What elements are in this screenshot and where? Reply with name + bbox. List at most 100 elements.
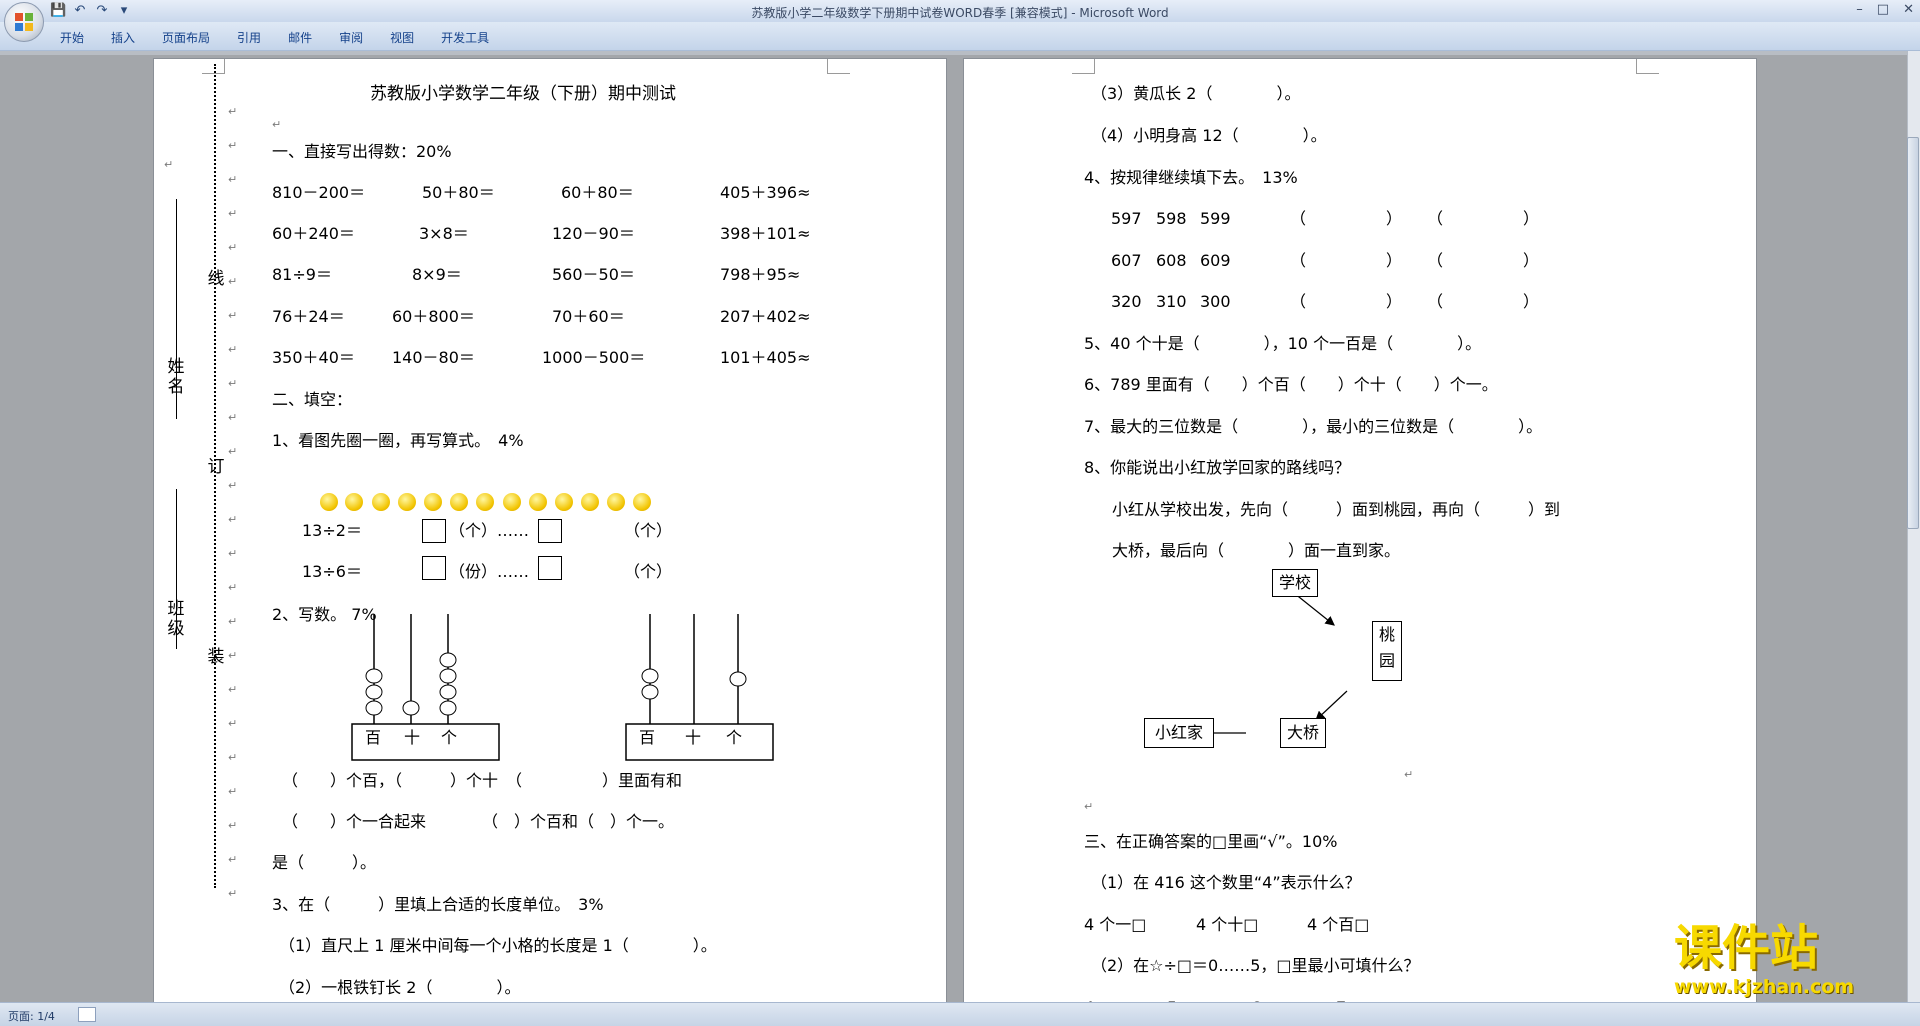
map-node-home: 小红家 — [1144, 718, 1214, 748]
minimize-button[interactable]: – — [1856, 2, 1863, 17]
office-logo-icon — [15, 13, 33, 31]
calc-item: 1000－500＝ — [542, 348, 646, 367]
question-7: 7、最大的三位数是（ ），最小的三位数是（ ）。 — [1084, 417, 1543, 436]
fill-line-3: 是（ ）。 — [272, 853, 377, 872]
smiley-face-icon — [345, 493, 363, 511]
calc-item: 350＋40＝ — [272, 348, 355, 367]
document-page-2[interactable]: （3）黄瓜长 2（ ）。 （4）小明身高 12（ ）。 4、按规律继续填下去。 … — [963, 58, 1757, 1004]
answer-box[interactable] — [422, 556, 446, 580]
calc-item: 81÷9＝ — [272, 265, 332, 284]
abacus-label-bai: 百 — [639, 728, 656, 747]
binding-xian-label: 线 — [207, 269, 225, 289]
watermark-logo: 课件站 www.kjzhan.com — [1670, 922, 1910, 1002]
smiley-face-icon — [633, 493, 651, 511]
proofing-icon[interactable] — [78, 1007, 96, 1022]
office-button[interactable] — [4, 2, 44, 42]
unit-fen: （份）…… — [449, 562, 530, 581]
paragraph-mark-column: ↵ ↵ ↵ ↵ ↵ ↵ ↵ ↵ ↵ ↵ ↵ ↵ ↵ ↵ ↵ ↵ ↵ ↵ ↵ ↵ ↵ ↵ ↵ ↵ — [228, 105, 238, 900]
tab-page-layout[interactable]: 页面布局 — [162, 29, 210, 46]
name-label: 姓名 — [167, 357, 185, 397]
redo-icon[interactable]: ↷ — [94, 3, 110, 19]
s3-option[interactable]: 4 个一□ — [1084, 916, 1146, 934]
question-3-3: （3）黄瓜长 2（ ）。 — [1091, 84, 1301, 103]
calc-item: 405＋396≈ — [720, 183, 811, 202]
map-node-orchard-char: 桃 — [1378, 625, 1395, 644]
vertical-scrollbar[interactable] — [1907, 51, 1920, 1002]
seq-num: 608 — [1156, 251, 1187, 270]
map-node-orchard: 桃 园 — [1372, 621, 1402, 681]
answer-box[interactable] — [538, 556, 562, 580]
paragraph-mark: ↵ — [164, 158, 174, 171]
unit-ge: （个）…… — [449, 521, 530, 540]
question-8: 8、你能说出小红放学回家的路线吗？ — [1084, 458, 1351, 477]
tab-insert[interactable]: 插入 — [111, 29, 135, 46]
ribbon: 开始 插入 页面布局 引用 邮件 审阅 视图 开发工具 — [0, 22, 1920, 51]
document-page-1[interactable]: 线 订 装 姓名 班级 ↵ ↵ ↵ ↵ ↵ ↵ ↵ ↵ ↵ ↵ ↵ ↵ ↵ ↵ ↵ ↵ ↵ ↵ ↵ ↵ ↵ ↵ ↵ ↵ ↵ 苏… — [153, 58, 947, 1004]
undo-icon[interactable]: ↶ — [72, 3, 88, 19]
s3-option[interactable]: 4 个十□ — [1196, 916, 1258, 934]
seq-num: 598 — [1156, 209, 1187, 228]
tab-home[interactable]: 开始 — [60, 29, 84, 46]
abacus-label-ge: 个 — [441, 728, 458, 747]
tab-view[interactable]: 视图 — [390, 29, 414, 46]
scrollbar-thumb[interactable] — [1907, 137, 1919, 529]
smiley-face-icon — [398, 493, 416, 511]
smiley-face-icon — [529, 493, 547, 511]
status-bar: 页面: 1/4 — [0, 1002, 1920, 1026]
seq-blank[interactable]: （ ） — [1290, 252, 1402, 270]
crop-mark — [827, 59, 850, 74]
save-icon[interactable]: 💾 — [50, 3, 66, 19]
answer-box[interactable] — [422, 519, 446, 543]
smiley-face-icon — [372, 493, 390, 511]
calc-item: 8×9＝ — [412, 265, 462, 284]
calc-item: 140－80＝ — [392, 348, 475, 367]
maximize-button[interactable]: □ — [1877, 2, 1889, 17]
question-3: 3、在（ ）里填上合适的长度单位。 3% — [272, 895, 604, 914]
tab-references[interactable]: 引用 — [237, 29, 261, 46]
abacus-label-bai: 百 — [365, 728, 382, 747]
class-label: 班级 — [167, 599, 185, 639]
s3-option[interactable]: 4 个百□ — [1307, 916, 1369, 934]
seq-num: 609 — [1200, 251, 1231, 270]
section-1-heading: 一、直接写出得数：20% — [272, 142, 452, 161]
seq-blank[interactable]: （ ） — [1427, 210, 1539, 228]
abacus-left — [351, 614, 500, 761]
abacus-label-shi: 十 — [685, 728, 702, 747]
seq-blank[interactable]: （ ） — [1427, 293, 1539, 311]
map-node-bridge: 大桥 — [1280, 718, 1326, 748]
tab-developer[interactable]: 开发工具 — [441, 29, 489, 46]
smiley-face-icon — [555, 493, 573, 511]
smiley-face-icon — [503, 493, 521, 511]
smiley-face-icon — [607, 493, 625, 511]
question-8-line-b: 大桥，最后向（ ）面一直到家。 — [1112, 541, 1401, 560]
question-4: 4、按规律继续填下去。 13% — [1084, 168, 1298, 187]
close-button[interactable]: ✕ — [1903, 2, 1914, 17]
section-2-heading: 二、填空： — [272, 390, 353, 409]
calc-item: 60＋80＝ — [561, 183, 634, 202]
abacus-label-ge: 个 — [726, 728, 743, 747]
calc-item: 50＋80＝ — [422, 183, 495, 202]
question-3-2: （2）一根铁钉长 2（ ）。 — [279, 978, 521, 997]
tab-mailings[interactable]: 邮件 — [288, 29, 312, 46]
question-5: 5、40 个十是（ ），10 个一百是（ ）。 — [1084, 334, 1482, 353]
crop-mark — [1636, 59, 1659, 74]
seq-blank[interactable]: （ ） — [1290, 210, 1402, 228]
calc-item: 76＋24＝ — [272, 307, 345, 326]
seq-num: 320 — [1111, 292, 1142, 311]
tab-review[interactable]: 审阅 — [339, 29, 363, 46]
page-title: 苏教版小学数学二年级（下册）期中测试 — [370, 84, 676, 104]
question-8-line-a: 小红从学校出发，先向（ ）面到桃园，再向（ ）到 — [1112, 500, 1561, 519]
calc-item: 810－200＝ — [272, 183, 366, 202]
crop-mark — [1072, 59, 1095, 74]
seq-num: 300 — [1200, 292, 1231, 311]
customize-qat-icon[interactable]: ▾ — [116, 3, 132, 19]
question-3-4: （4）小明身高 12（ ）。 — [1091, 126, 1327, 145]
window-controls: – □ ✕ — [1856, 2, 1914, 17]
page-count-indicator[interactable]: 页面: 1/4 — [8, 1008, 55, 1024]
seq-blank[interactable]: （ ） — [1427, 252, 1539, 270]
calc-item: 798＋95≈ — [720, 265, 801, 284]
watermark-url: www.kjzhan.com — [1674, 976, 1855, 998]
answer-box[interactable] — [538, 519, 562, 543]
seq-blank[interactable]: （ ） — [1290, 293, 1402, 311]
map-node-school: 学校 — [1272, 569, 1318, 597]
